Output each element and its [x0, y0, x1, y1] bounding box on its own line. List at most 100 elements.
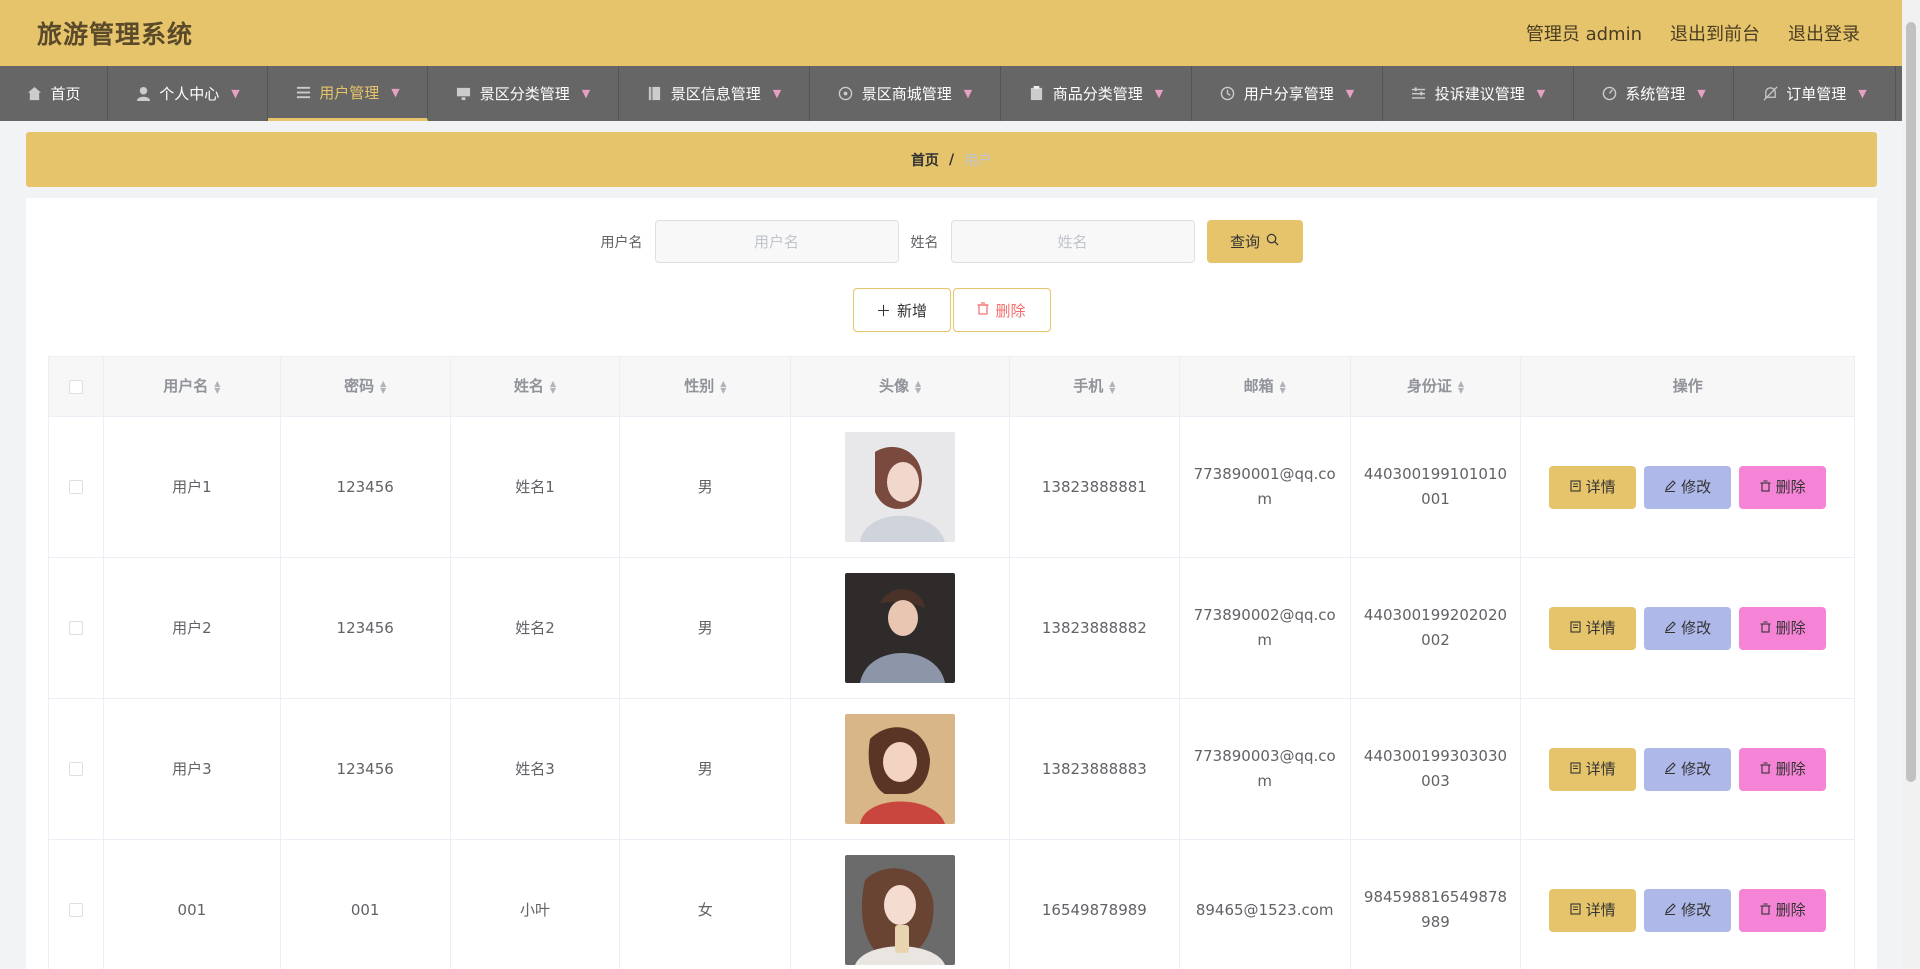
document-icon: [1570, 616, 1581, 641]
sort-icon[interactable]: ▲ ▼: [550, 379, 556, 394]
nav-scenic-info[interactable]: 景区信息管理 ▼: [619, 66, 810, 121]
header-select-cell: [49, 357, 104, 416]
sort-icon[interactable]: ▲ ▼: [380, 379, 386, 394]
breadcrumb-current: 用户: [964, 152, 993, 169]
nav-goods-category[interactable]: 商品分类管理 ▼: [1001, 66, 1192, 121]
edit-button[interactable]: 修改: [1644, 747, 1732, 791]
app-title: 旅游管理系统: [37, 20, 194, 49]
detail-button[interactable]: 详情: [1549, 606, 1637, 650]
avatar-cell: [791, 417, 1010, 557]
delete-label: 删除: [1775, 618, 1806, 637]
select-all-checkbox[interactable]: [68, 379, 83, 394]
nav-complaints[interactable]: 投诉建议管理 ▼: [1383, 66, 1574, 121]
header-idcard[interactable]: 身份证 ▲ ▼: [1351, 357, 1522, 416]
password-cell: 001: [281, 840, 451, 969]
nav-label: 用户分享管理: [1243, 85, 1334, 103]
header-email[interactable]: 邮箱 ▲ ▼: [1180, 357, 1351, 416]
delete-button[interactable]: 删除: [1739, 747, 1827, 791]
nav-label: 个人中心: [159, 85, 220, 103]
chevron-down-icon: ▼: [231, 87, 240, 100]
nav-orders[interactable]: 订单管理 ▼: [1734, 66, 1896, 121]
detail-label: 详情: [1585, 900, 1616, 919]
add-button-label: 新增: [897, 302, 928, 320]
header-name[interactable]: 姓名 ▲ ▼: [451, 357, 621, 416]
scrollbar-thumb[interactable]: [1906, 22, 1916, 782]
name-search-input[interactable]: [950, 220, 1195, 263]
add-button[interactable]: ＋ 新增: [852, 288, 951, 332]
document-icon: [1570, 475, 1581, 500]
header-label: 性别: [684, 377, 715, 395]
sort-icon[interactable]: ▲ ▼: [1458, 379, 1464, 394]
avatar[interactable]: [845, 714, 956, 824]
back-to-front-link[interactable]: 退出到前台: [1670, 20, 1760, 46]
nav-label: 景区分类管理: [479, 85, 570, 103]
query-button[interactable]: 查询: [1206, 220, 1303, 263]
delete-button[interactable]: 删除: [1739, 888, 1827, 932]
admin-label: 管理员 admin: [1525, 24, 1642, 45]
header-password[interactable]: 密码 ▲ ▼: [281, 357, 451, 416]
search-icon: [1266, 233, 1279, 250]
sort-icon[interactable]: ▲ ▼: [1109, 379, 1115, 394]
nav-scenic-category[interactable]: 景区分类管理 ▼: [428, 66, 619, 121]
header-label: 身份证: [1406, 377, 1452, 395]
row-checkbox[interactable]: [68, 762, 83, 776]
detail-label: 详情: [1585, 759, 1616, 778]
avatar[interactable]: [845, 573, 956, 683]
edit-button[interactable]: 修改: [1644, 465, 1732, 509]
bulk-delete-button[interactable]: 删除: [952, 288, 1051, 332]
nav-user-share[interactable]: 用户分享管理 ▼: [1192, 66, 1383, 121]
username-search-input[interactable]: [654, 220, 899, 263]
nav-personal-center[interactable]: 个人中心 ▼: [108, 66, 268, 121]
header-operations: 操作: [1521, 357, 1854, 416]
detail-button[interactable]: 详情: [1549, 888, 1637, 932]
header-phone[interactable]: 手机 ▲ ▼: [1010, 357, 1180, 416]
header-username[interactable]: 用户名 ▲ ▼: [104, 357, 281, 416]
chevron-down-icon: ▼: [963, 87, 973, 100]
row-checkbox[interactable]: [68, 480, 83, 494]
sort-icon[interactable]: ▲ ▼: [214, 379, 220, 394]
page-scrollbar[interactable]: [1902, 0, 1920, 969]
nav-home[interactable]: 首页: [0, 66, 108, 121]
avatar[interactable]: [845, 432, 956, 542]
chevron-down-icon: ▼: [1154, 87, 1164, 100]
sort-icon[interactable]: ▲ ▼: [720, 379, 726, 394]
chevron-down-icon: ▼: [772, 87, 782, 100]
row-checkbox[interactable]: [68, 621, 83, 635]
nav-label: 订单管理: [1786, 85, 1847, 103]
trash-icon: [1760, 757, 1771, 782]
breadcrumb-separator: /: [948, 151, 955, 168]
delete-button[interactable]: 删除: [1739, 465, 1827, 509]
nav-system[interactable]: 系统管理 ▼: [1574, 66, 1734, 121]
logout-link[interactable]: 退出登录: [1788, 20, 1860, 46]
header-label: 操作: [1672, 377, 1703, 395]
detail-button[interactable]: 详情: [1549, 747, 1637, 791]
edit-button[interactable]: 修改: [1644, 606, 1732, 650]
nav-scenic-mall[interactable]: 景区商城管理 ▼: [810, 66, 1001, 121]
delete-button[interactable]: 删除: [1739, 606, 1827, 650]
user-table: 用户名 ▲ ▼ 密码 ▲ ▼ 姓名 ▲ ▼ 性别 ▲ ▼ 头像 ▲ ▼ 手机 ▲ ▼ 邮箱 ▲ ▼ 身份证 ▲…: [48, 356, 1855, 969]
edit-label: 修改: [1681, 759, 1712, 778]
edit-button[interactable]: 修改: [1644, 888, 1732, 932]
user-icon: [135, 86, 151, 102]
detail-button[interactable]: 详情: [1549, 465, 1637, 509]
row-checkbox[interactable]: [68, 903, 83, 917]
operations-cell: 详情 修改 删除: [1521, 417, 1854, 557]
sort-icon[interactable]: ▲ ▼: [915, 379, 921, 394]
detail-label: 详情: [1585, 618, 1616, 637]
trash-icon: [977, 301, 989, 319]
breadcrumb-home[interactable]: 首页: [911, 150, 939, 170]
password-cell: 123456: [281, 417, 451, 557]
nav-label: 系统管理: [1625, 85, 1686, 103]
chevron-down-icon: ▼: [581, 87, 591, 100]
header-gender[interactable]: 性别 ▲ ▼: [620, 357, 792, 416]
nav-user-management[interactable]: 用户管理 ▼: [268, 66, 428, 121]
avatar[interactable]: [845, 855, 956, 965]
nav-label: 投诉建议管理: [1434, 85, 1525, 103]
sort-icon[interactable]: ▲ ▼: [1280, 379, 1286, 394]
home-icon: [26, 86, 42, 102]
breadcrumb: 首页 / 用户: [26, 132, 1877, 187]
chevron-down-icon: ▼: [1345, 87, 1355, 100]
header-avatar[interactable]: 头像 ▲ ▼: [791, 357, 1010, 416]
avatar-cell: [791, 558, 1010, 698]
password-cell: 123456: [281, 699, 451, 839]
